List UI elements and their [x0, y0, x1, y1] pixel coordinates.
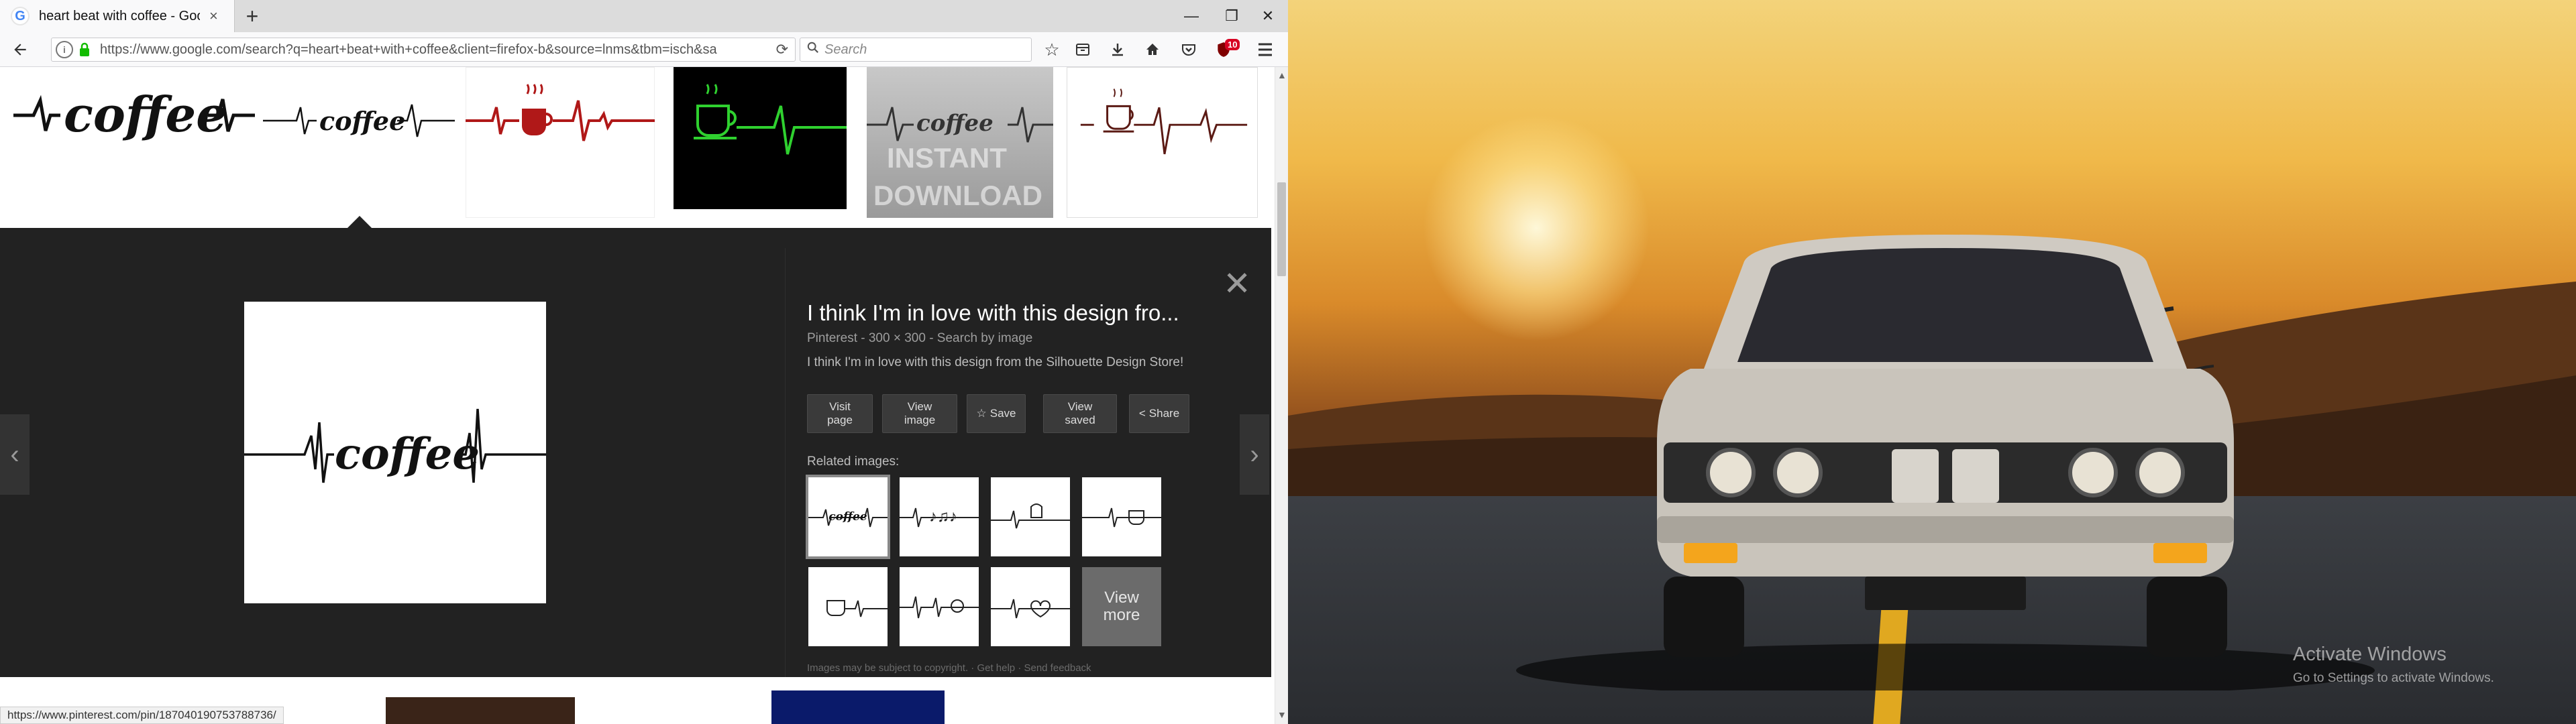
- maximize-button[interactable]: ❐: [1212, 0, 1252, 32]
- related-image[interactable]: [991, 477, 1070, 556]
- star-icon: ☆: [976, 406, 987, 420]
- image-result-thumbnail[interactable]: [771, 690, 945, 724]
- search-placeholder: Search: [824, 42, 867, 57]
- svg-text:INSTANT: INSTANT: [887, 142, 1007, 174]
- close-icon[interactable]: ✕: [1223, 267, 1251, 300]
- related-word: coffee: [828, 510, 867, 524]
- image-preview[interactable]: coffee: [244, 302, 546, 603]
- pocket-icon[interactable]: [1175, 38, 1202, 62]
- hamburger-menu-icon[interactable]: [1252, 38, 1279, 62]
- thumbnail-word: coffee: [916, 110, 994, 137]
- library-icon[interactable]: [1069, 38, 1096, 62]
- new-tab-button[interactable]: +: [235, 0, 270, 32]
- tab-bar: G heart beat with coffee - Goo × + — ❐ ✕: [0, 0, 1288, 32]
- share-button[interactable]: < Share: [1129, 394, 1189, 433]
- related-image[interactable]: [808, 567, 888, 646]
- related-image[interactable]: coffee: [806, 475, 890, 559]
- view-more-button[interactable]: View more: [1082, 567, 1161, 646]
- chevron-right-icon: ›: [1250, 439, 1259, 469]
- wallpaper-car: [1516, 235, 2375, 690]
- tab-title: heart beat with coffee - Goo: [39, 8, 200, 23]
- image-result-thumbnail[interactable]: [674, 67, 847, 209]
- image-result-thumbnail[interactable]: INSTANT DOWNLOAD coffee: [867, 67, 1053, 218]
- search-bar[interactable]: Search: [800, 38, 1032, 62]
- panel-pointer: [347, 216, 372, 228]
- image-info-sidebar: ✕ I think I'm in love with this design f…: [785, 248, 1271, 677]
- related-images-label: Related images:: [807, 455, 900, 469]
- scroll-down-icon[interactable]: ▼: [1277, 709, 1287, 720]
- lock-icon[interactable]: [78, 41, 93, 58]
- image-detail-panel: ‹ coffee ✕ I think I'm in love with this…: [0, 228, 1271, 677]
- related-image[interactable]: [900, 567, 979, 646]
- back-arrow-icon[interactable]: [7, 36, 34, 63]
- search-icon: [807, 42, 819, 58]
- save-button[interactable]: ☆ Save: [967, 394, 1026, 433]
- previous-image-button[interactable]: ‹: [0, 414, 30, 495]
- image-result-thumbnail[interactable]: [466, 67, 655, 218]
- image-description: I think I'm in love with this design fro…: [807, 355, 1184, 369]
- desktop-wallpaper: Activate Windows Go to Settings to activ…: [1288, 0, 2576, 724]
- watermark-title: Activate Windows: [2293, 644, 2447, 665]
- image-result-thumbnail[interactable]: [1067, 67, 1258, 218]
- info-icon[interactable]: i: [56, 41, 73, 58]
- related-image[interactable]: [991, 567, 1070, 646]
- share-label: Share: [1148, 406, 1180, 420]
- watermark-subtitle: Go to Settings to activate Windows.: [2293, 671, 2494, 685]
- visit-page-button[interactable]: Visit page: [807, 394, 873, 433]
- url-bar[interactable]: i https://www.google.com/search?q=heart+…: [51, 38, 796, 62]
- home-icon[interactable]: [1139, 38, 1166, 62]
- image-result-thumbnail[interactable]: [386, 697, 575, 724]
- save-label: Save: [989, 406, 1016, 420]
- next-image-button[interactable]: ›: [1240, 414, 1269, 495]
- image-result-thumbnail[interactable]: coffee: [13, 67, 255, 164]
- scroll-up-icon[interactable]: ▲: [1277, 70, 1287, 80]
- reload-icon[interactable]: ⟳: [776, 41, 788, 58]
- status-bar-url: https://www.pinterest.com/pin/1870401907…: [0, 707, 284, 724]
- view-image-button[interactable]: View image: [882, 394, 957, 433]
- minimize-button[interactable]: —: [1171, 0, 1212, 32]
- related-image[interactable]: ♪♫♪: [900, 477, 979, 556]
- star-icon[interactable]: ☆: [1038, 38, 1065, 62]
- thumbnail-word: coffee: [64, 86, 227, 143]
- google-favicon-icon: G: [11, 7, 30, 25]
- view-saved-button[interactable]: View saved: [1043, 394, 1117, 433]
- navigation-toolbar: i https://www.google.com/search?q=heart+…: [0, 32, 1288, 67]
- download-icon[interactable]: [1104, 38, 1131, 62]
- image-meta: Pinterest - 300 × 300 - Search by image: [807, 331, 1033, 345]
- ublock-badge: 10: [1225, 39, 1240, 50]
- image-title[interactable]: I think I'm in love with this design fro…: [807, 300, 1179, 326]
- svg-text:DOWNLOAD: DOWNLOAD: [873, 180, 1042, 211]
- image-result-thumbnail[interactable]: coffee: [263, 67, 455, 164]
- scroll-thumb[interactable]: [1277, 182, 1286, 276]
- related-image[interactable]: [1082, 477, 1161, 556]
- page-scrollbar[interactable]: ▲ ▼: [1275, 67, 1288, 724]
- activate-windows-watermark: Activate Windows Go to Settings to activ…: [2293, 644, 2494, 686]
- ublock-icon[interactable]: 10: [1210, 38, 1240, 62]
- share-icon: <: [1138, 406, 1146, 420]
- url-text[interactable]: https://www.google.com/search?q=heart+be…: [100, 42, 744, 58]
- svg-text:♪♫♪: ♪♫♪: [929, 507, 957, 526]
- copyright-footer: Images may be subject to copyright. · Ge…: [807, 662, 1091, 674]
- preview-word: coffee: [335, 429, 480, 479]
- tab-google-images[interactable]: G heart beat with coffee - Goo ×: [0, 0, 235, 32]
- chevron-left-icon: ‹: [10, 439, 19, 469]
- tab-close-icon[interactable]: ×: [209, 7, 218, 25]
- thumbnail-word: coffee: [319, 106, 406, 136]
- firefox-window: G heart beat with coffee - Goo × + — ❐ ✕…: [0, 0, 1288, 724]
- screen: G heart beat with coffee - Goo × + — ❐ ✕…: [0, 0, 2576, 724]
- close-window-button[interactable]: ✕: [1248, 0, 1288, 32]
